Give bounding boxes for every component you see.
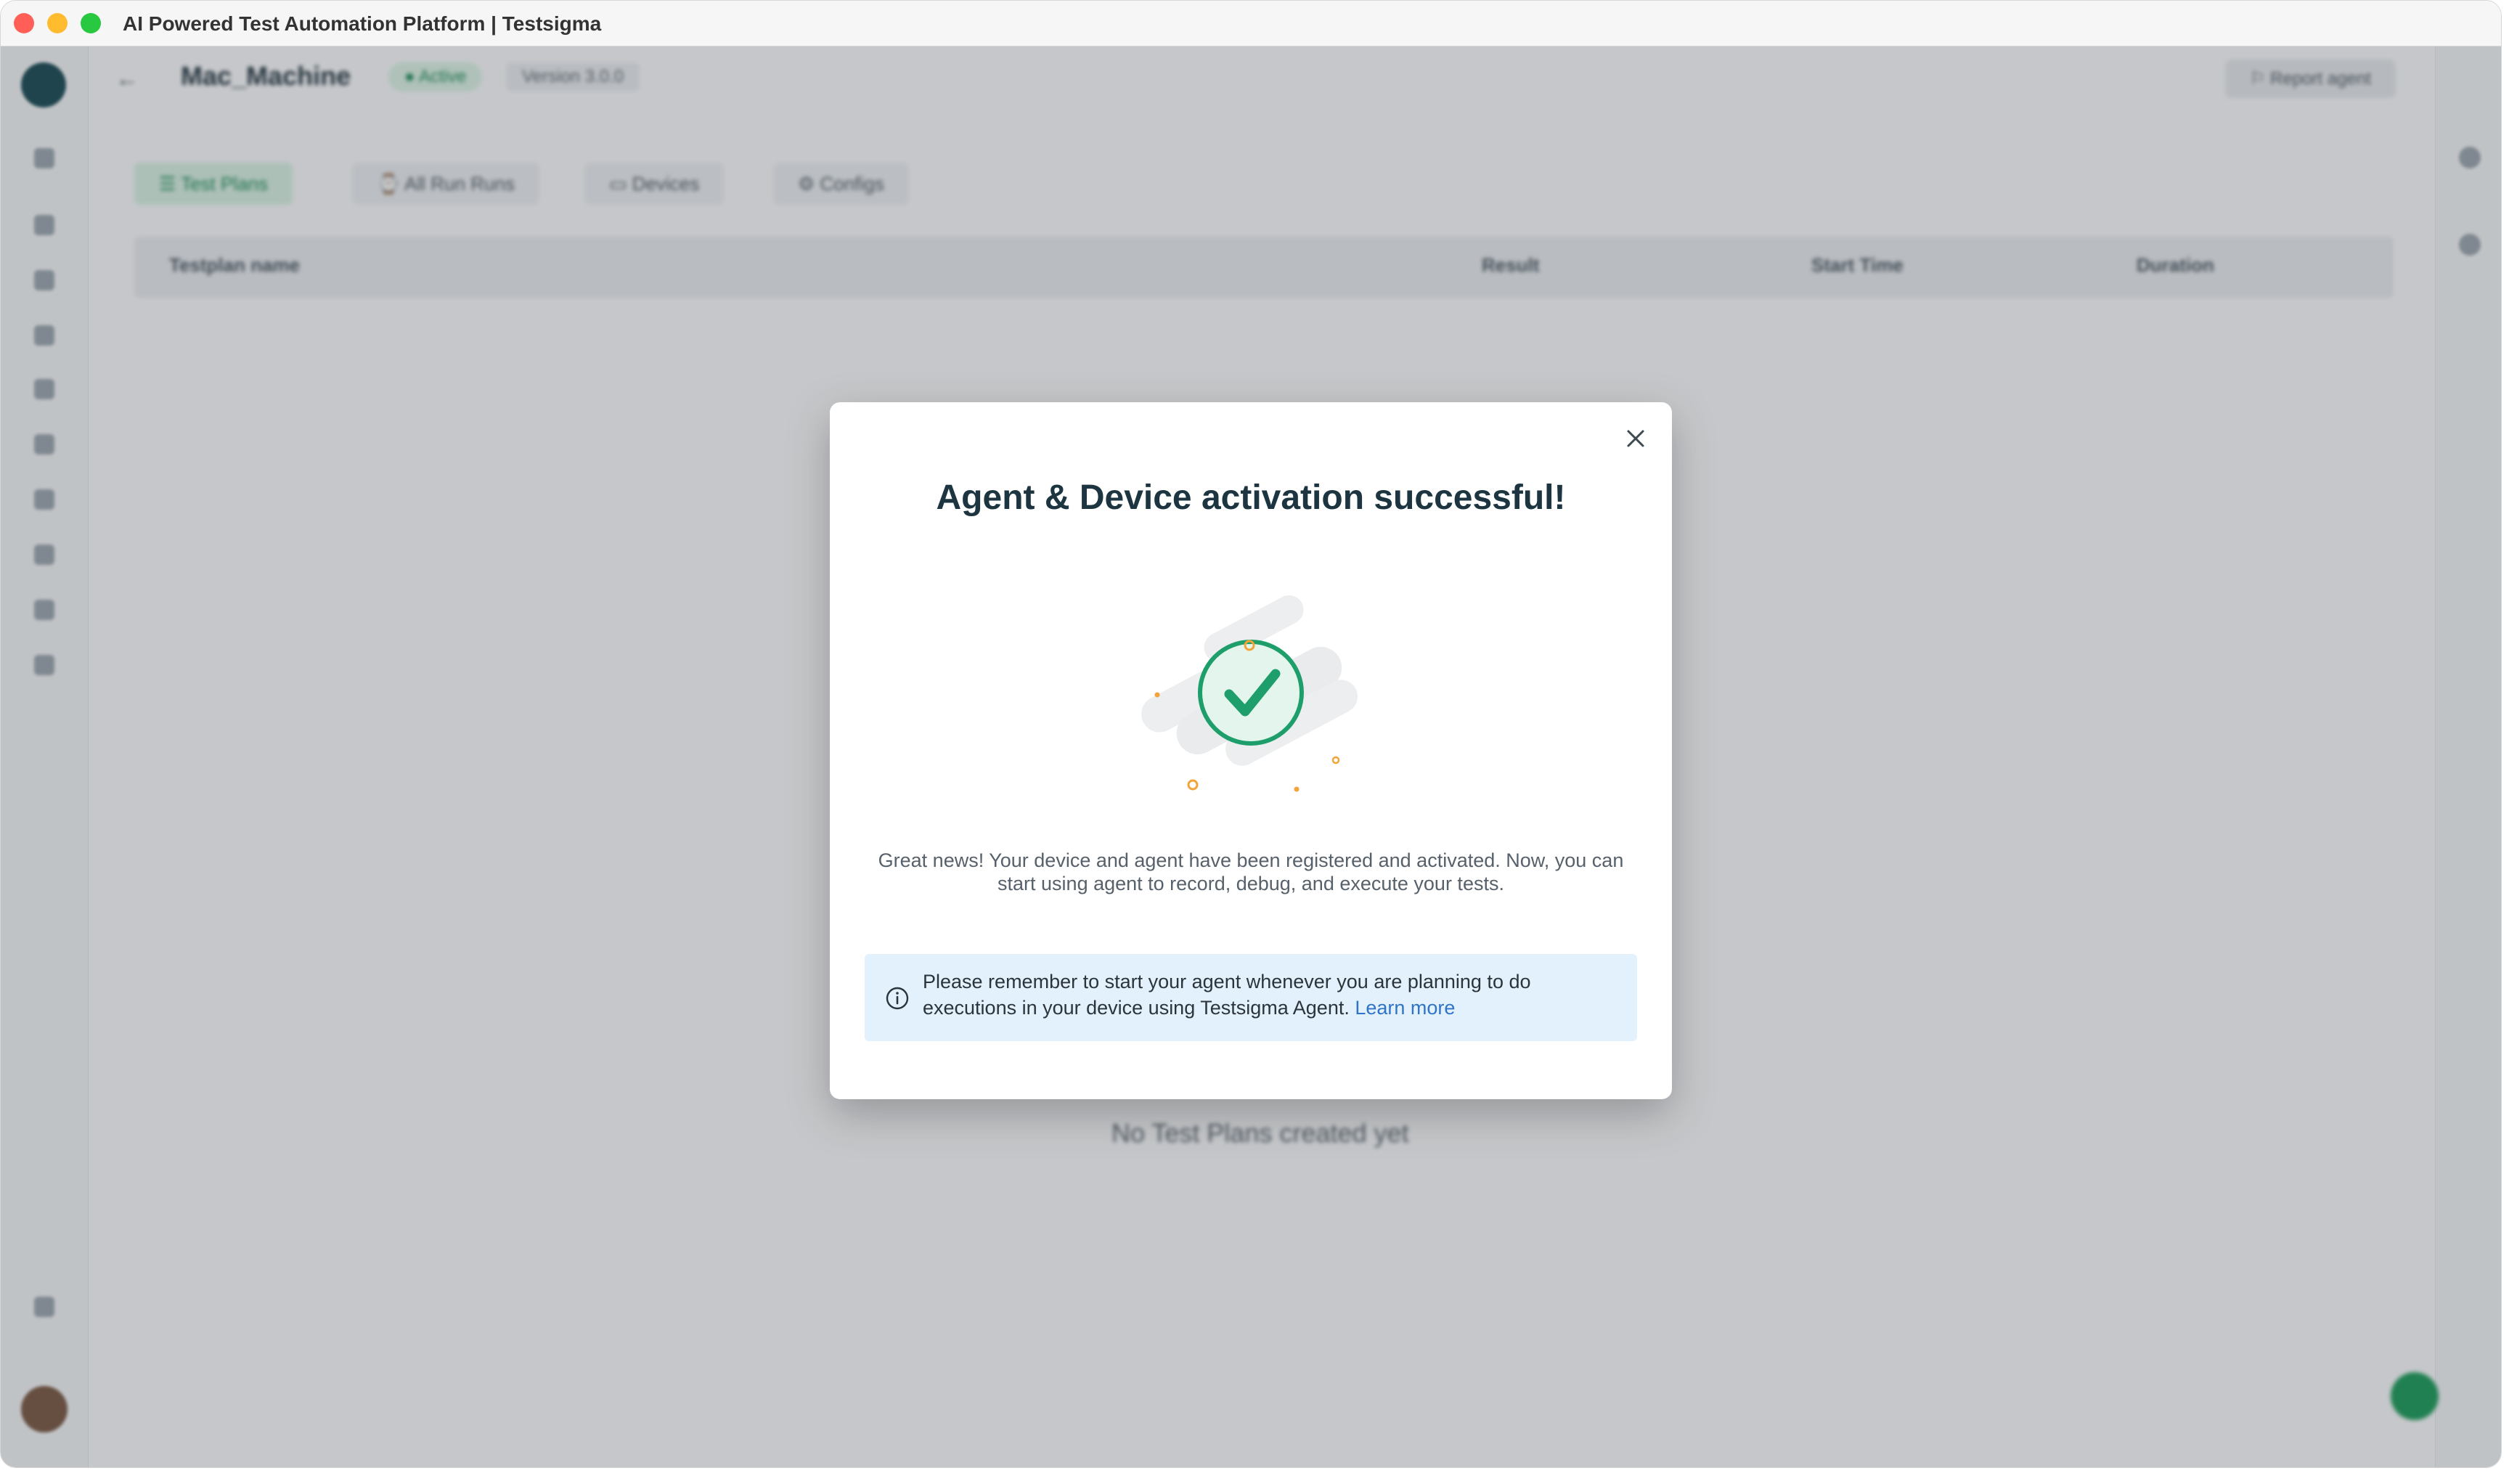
close-window-button[interactable] xyxy=(14,13,34,33)
close-button[interactable] xyxy=(1618,421,1653,456)
info-circle-icon xyxy=(886,987,909,1010)
close-icon xyxy=(1627,430,1644,447)
success-check-icon xyxy=(1141,595,1358,792)
info-text-block: Please remember to start your agent when… xyxy=(923,969,1605,1021)
modal-title: Agent & Device activation successful! xyxy=(936,478,1566,517)
learn-more-link[interactable]: Learn more xyxy=(1355,997,1455,1019)
activation-success-modal: Agent & Device activation successful! Gr… xyxy=(830,402,1672,1099)
title-bar: AI Powered Test Automation Platform | Te… xyxy=(1,1,2501,46)
success-illustration xyxy=(830,584,1672,802)
zoom-window-button[interactable] xyxy=(81,13,101,33)
window-title: AI Powered Test Automation Platform | Te… xyxy=(123,12,602,35)
app-window: AI Powered Test Automation Platform | Te… xyxy=(0,0,2502,1468)
modal-description: Great news! Your device and agent have b… xyxy=(878,849,1624,894)
minimize-window-button[interactable] xyxy=(47,13,68,33)
info-banner: Please remember to start your agent when… xyxy=(865,954,1637,1041)
